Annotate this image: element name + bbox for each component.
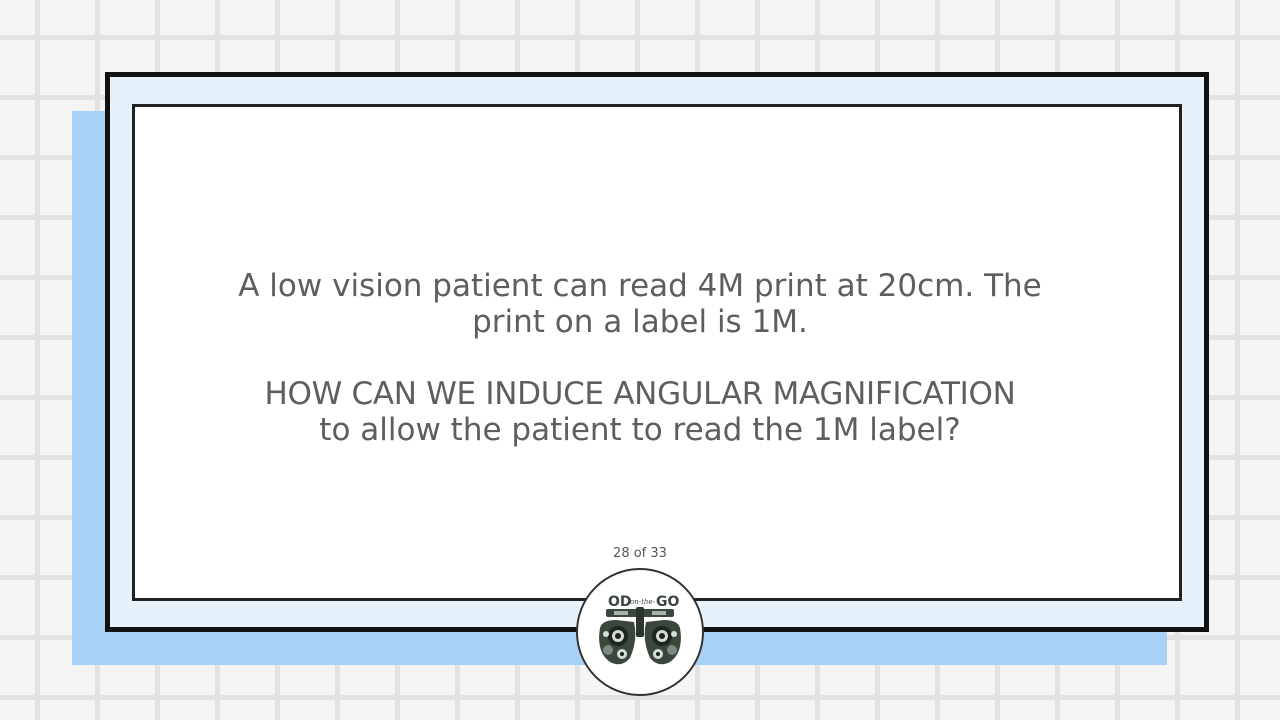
problem-line-2: print on a label is 1M. (472, 304, 808, 340)
problem-statement: A low vision patient can read 4M print a… (180, 268, 1100, 340)
page-counter: 28 of 33 (613, 546, 667, 561)
od-on-the-go-logo: OD on-the- GO (576, 568, 704, 696)
logo-text-od: OD (608, 594, 632, 610)
problem-line-1: A low vision patient can read 4M print a… (238, 268, 1042, 304)
slide-text: A low vision patient can read 4M print a… (180, 268, 1100, 448)
question: HOW CAN WE INDUCE ANGULAR MAGNIFICATION … (180, 376, 1100, 448)
logo-text-on-the: on-the- (630, 598, 656, 606)
question-line: to allow the patient to read the 1M labe… (319, 412, 961, 448)
phoropter-icon: OD on-the- GO (599, 594, 681, 665)
question-heading: HOW CAN WE INDUCE ANGULAR MAGNIFICATION (264, 376, 1016, 412)
logo-text-go: GO (656, 594, 679, 610)
